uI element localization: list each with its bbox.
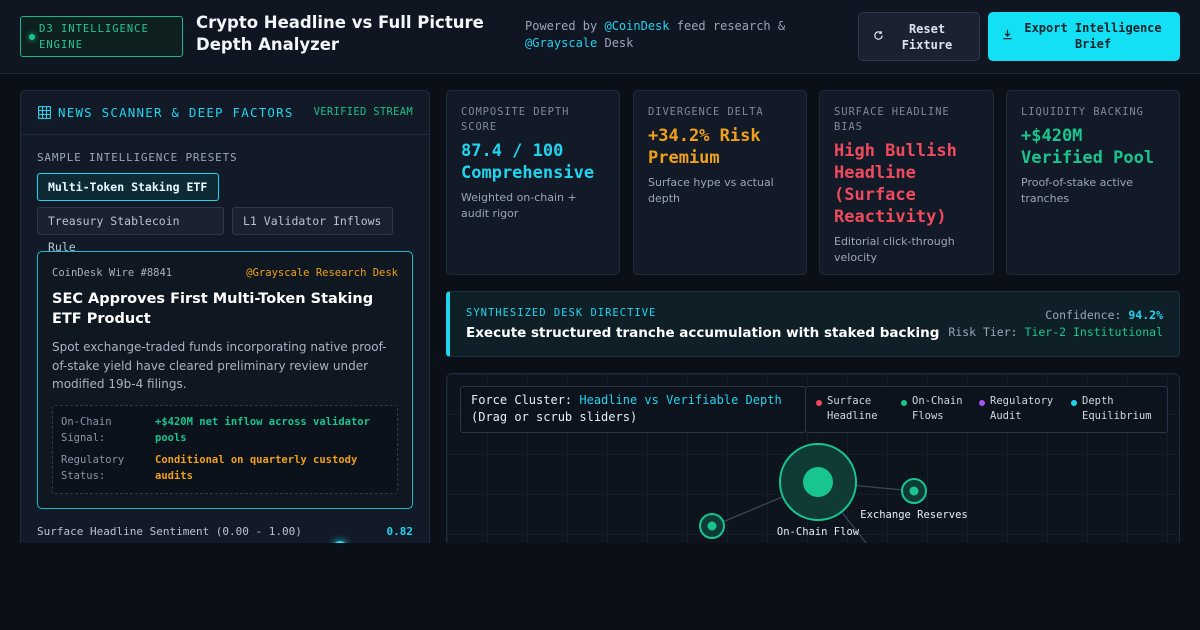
- news-scanner-panel: NEWS SCANNER & DEEP FACTORS VERIFIED STR…: [20, 90, 430, 550]
- metric-note: Editorial click-through velocity: [834, 235, 955, 264]
- legend-dot-regulatory-audit: [979, 400, 985, 406]
- metric-liquidity-backing: LIQUIDITY BACKING +$420M Verified Pool P…: [1006, 90, 1180, 275]
- metric-note: Proof-of-stake active tranches: [1021, 176, 1134, 205]
- source-grayscale-link[interactable]: @Grayscale: [525, 36, 597, 50]
- confidence-label: Confidence:: [1045, 308, 1129, 322]
- preset-multi-token-staking-etf[interactable]: Multi-Token Staking ETF: [37, 173, 219, 201]
- desk-source: @Grayscale Research Desk: [246, 267, 398, 279]
- regulatory-status-value: Conditional on quarterly custody audits: [155, 454, 358, 482]
- export-brief-button[interactable]: Export Intelligence Brief: [988, 12, 1180, 61]
- directive-text: Execute structured tranche accumulation …: [466, 325, 940, 341]
- risk-tier-label: Risk Tier:: [948, 325, 1025, 339]
- engine-badge: D3 INTELLIGENCE ENGINE: [20, 16, 183, 57]
- sentiment-value: 0.82: [386, 525, 414, 538]
- node-small-core: [707, 521, 717, 531]
- status-dot-icon: [29, 34, 35, 40]
- preset-treasury-stablecoin-rule[interactable]: Treasury Stablecoin Rule: [37, 207, 224, 254]
- node-on-chain-flow-core: [803, 467, 833, 497]
- confidence-value: 94.2%: [1128, 308, 1163, 322]
- metric-value: +$420M Verified Pool: [1021, 126, 1155, 168]
- graph-legend: Surface Headline On-Chain Flows Regulato…: [805, 386, 1168, 433]
- legend-dot-on-chain-flows: [901, 400, 907, 406]
- metric-divergence-delta: DIVERGENCE DELTA +34.2% Risk Premium Sur…: [633, 90, 807, 275]
- legend-depth-equilibrium: Depth Equilibrium: [1082, 395, 1152, 422]
- metric-label: LIQUIDITY BACKING: [1021, 106, 1144, 118]
- cluster-highlight: Headline vs Verifiable Depth: [579, 393, 782, 407]
- powered-middle: feed research &: [669, 19, 786, 33]
- legend-regulatory-audit: Regulatory Audit: [990, 395, 1054, 422]
- powered-prefix: Powered by: [525, 19, 605, 33]
- legend-surface-headline: Surface Headline: [827, 395, 878, 422]
- preset-l1-validator-inflows[interactable]: L1 Validator Inflows: [232, 207, 393, 235]
- top-bar: D3 INTELLIGENCE ENGINE Crypto Headline v…: [0, 0, 1200, 74]
- source-coindesk-link[interactable]: @CoinDesk: [604, 19, 669, 33]
- metric-label: DIVERGENCE DELTA: [648, 106, 764, 118]
- metric-value: +34.2% Risk Premium: [648, 126, 761, 168]
- directive-label: SYNTHESIZED DESK DIRECTIVE: [466, 307, 657, 319]
- presets-label: SAMPLE INTELLIGENCE PRESETS: [37, 151, 238, 164]
- cluster-hint: (Drag or scrub sliders): [471, 410, 638, 424]
- metric-value: High Bullish Headline (Surface Reactivit…: [834, 141, 957, 227]
- scanner-header: NEWS SCANNER & DEEP FACTORS VERIFIED STR…: [21, 91, 429, 135]
- lower-blank-area: [0, 543, 1200, 630]
- metric-note: Surface hype vs actual depth: [648, 176, 774, 205]
- metric-value: 87.4 / 100 Comprehensive: [461, 141, 595, 183]
- directive-risk-tier: Risk Tier: Tier-2 Institutional: [948, 325, 1163, 339]
- reset-fixture-button[interactable]: Reset Fixture: [858, 12, 980, 61]
- legend-dot-surface-headline: [816, 400, 822, 406]
- engine-badge-label: D3 INTELLIGENCE ENGINE: [39, 23, 149, 51]
- app-title: Crypto Headline vs Full Picture Depth An…: [196, 13, 484, 54]
- verified-stream-badge: VERIFIED STREAM: [313, 106, 413, 118]
- download-icon: [1003, 29, 1012, 40]
- node-exchange-reserves-core: [909, 486, 919, 496]
- powered-suffix: Desk: [597, 36, 634, 50]
- signal-box: On-Chain Signal: +$420M net inflow acros…: [52, 405, 398, 494]
- wire-id: CoinDesk Wire #8841: [52, 267, 173, 279]
- cluster-prefix: Force Cluster:: [471, 393, 580, 407]
- onchain-signal-label: On-Chain Signal:: [61, 416, 112, 444]
- node-label-on-chain-flow: On-Chain Flow: [777, 526, 860, 538]
- scanner-title: NEWS SCANNER & DEEP FACTORS: [58, 105, 294, 120]
- legend-on-chain-flows: On-Chain Flows: [912, 395, 963, 422]
- metric-label: SURFACE HEADLINE BIAS: [834, 106, 950, 133]
- onchain-signal-value: +$420M net inflow across validator pools: [155, 416, 370, 444]
- news-summary: Spot exchange-traded funds incorporating…: [52, 340, 387, 391]
- news-card: CoinDesk Wire #8841 @Grayscale Research …: [37, 251, 413, 509]
- export-brief-label: Export Intelligence Brief: [1024, 21, 1162, 51]
- node-label-exchange-reserves: Exchange Reserves: [860, 509, 967, 521]
- metric-label: COMPOSITE DEPTH SCORE: [461, 106, 570, 133]
- powered-by: Powered by @CoinDesk feed research & @Gr…: [525, 18, 825, 52]
- regulatory-status-label: Regulatory Status:: [61, 454, 125, 482]
- cluster-info: Force Cluster: Headline vs Verifiable De…: [460, 386, 806, 433]
- directive-confidence: Confidence: 94.2%: [1045, 308, 1163, 322]
- risk-tier-value: Tier-2 Institutional: [1024, 325, 1163, 339]
- desk-directive: SYNTHESIZED DESK DIRECTIVE Execute struc…: [446, 291, 1180, 357]
- reset-fixture-label: Reset Fixture: [901, 22, 953, 52]
- grid-icon: [38, 106, 51, 119]
- metric-surface-bias: SURFACE HEADLINE BIAS High Bullish Headl…: [819, 90, 994, 275]
- metric-note: Weighted on-chain + audit rigor: [461, 191, 577, 220]
- sentiment-slider-label: Surface Headline Sentiment (0.00 - 1.00): [37, 525, 302, 538]
- metric-composite-depth: COMPOSITE DEPTH SCORE 87.4 / 100 Compreh…: [446, 90, 620, 275]
- legend-dot-depth-equilibrium: [1071, 400, 1077, 406]
- refresh-icon: [874, 31, 883, 40]
- news-headline: SEC Approves First Multi-Token Staking E…: [52, 291, 374, 327]
